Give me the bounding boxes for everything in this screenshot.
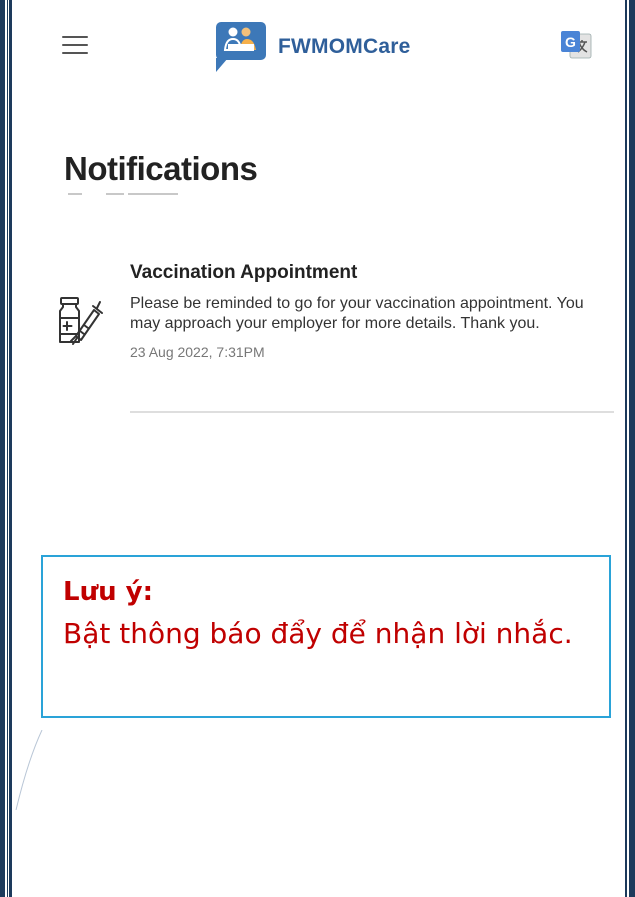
notification-content: Vaccination Appointment Please be remind… bbox=[130, 258, 614, 360]
left-frame-border bbox=[0, 0, 12, 897]
fwmomcare-logo-icon bbox=[216, 22, 266, 72]
svg-text:G: G bbox=[565, 34, 576, 50]
note-callout-box: Lưu ý: Bật thông báo đẩy để nhận lời nhắ… bbox=[41, 555, 611, 718]
notification-title: Vaccination Appointment bbox=[130, 262, 358, 283]
app-header: FWMOMCare G bbox=[20, 0, 625, 90]
right-frame-border bbox=[625, 0, 635, 897]
notification-text: Please be reminded to go for your vaccin… bbox=[130, 295, 584, 332]
vaccine-syringe-icon bbox=[59, 297, 103, 345]
page-title: Notifications bbox=[64, 150, 258, 187]
google-translate-icon[interactable]: G bbox=[560, 30, 592, 60]
note-label: Lưu ý: bbox=[63, 577, 153, 607]
hamburger-menu-icon[interactable] bbox=[62, 36, 88, 54]
notification-divider bbox=[130, 411, 614, 413]
decorative-line bbox=[15, 730, 43, 810]
app-logo: FWMOMCare bbox=[216, 22, 410, 72]
note-text: Bật thông báo đẩy để nhận lời nhắc. bbox=[63, 617, 573, 650]
brand-name: FWMOMCare bbox=[278, 35, 411, 58]
notification-timestamp: 23 Aug 2022, 7:31PM bbox=[130, 344, 265, 360]
scroll-ghost-text bbox=[64, 187, 184, 199]
